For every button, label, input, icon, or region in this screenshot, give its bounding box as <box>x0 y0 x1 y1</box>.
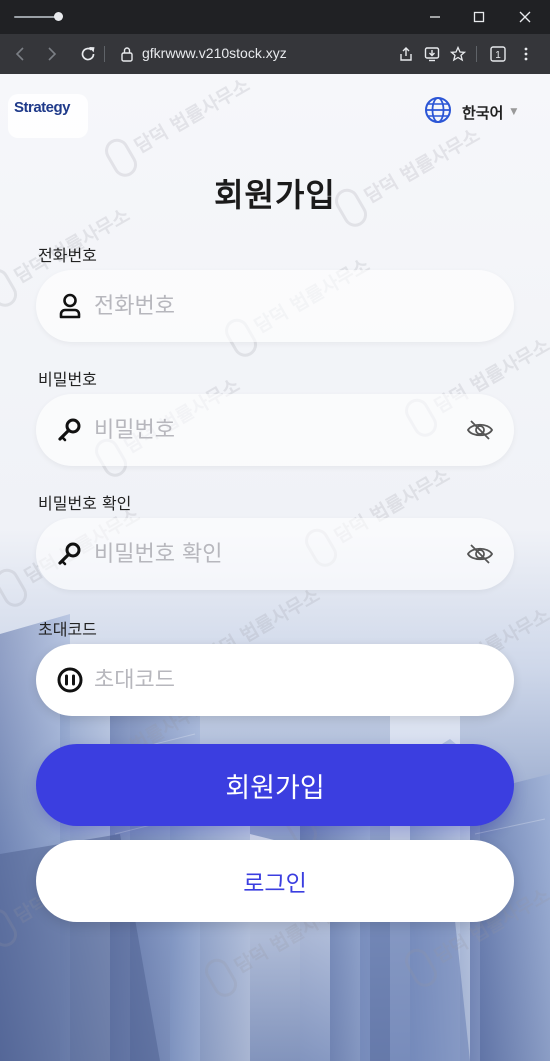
phone-field <box>36 270 514 342</box>
password-label: 비밀번호 <box>38 370 97 389</box>
password-confirm-input[interactable] <box>94 518 454 590</box>
invite-code-icon <box>56 666 84 694</box>
phone-label: 전화번호 <box>38 246 97 265</box>
page-title: 회원가입 <box>214 176 336 214</box>
browser-toolbar: gfkrwww.v210stock.xyz 1 <box>0 34 550 74</box>
invite-code-field <box>36 644 514 716</box>
forward-icon[interactable] <box>40 42 64 66</box>
password-confirm-label: 비밀번호 확인 <box>38 494 132 513</box>
password-input[interactable] <box>94 394 454 466</box>
eye-off-icon[interactable] <box>466 417 494 443</box>
logo-text: Strategy <box>14 99 71 116</box>
browser-titlebar <box>0 0 550 34</box>
language-selector[interactable]: 한국어 ▼ <box>424 96 518 128</box>
phone-input[interactable] <box>94 270 454 342</box>
key-icon <box>56 416 84 444</box>
login-button[interactable]: 로그인 <box>36 840 514 922</box>
toolbar-divider <box>476 46 477 62</box>
toolbar-divider <box>104 46 105 62</box>
reload-icon[interactable] <box>76 42 100 66</box>
brand-logo[interactable]: Strategy <box>8 94 88 138</box>
extension-icon[interactable]: 1 <box>486 42 510 66</box>
password-field <box>36 394 514 466</box>
maximize-icon[interactable] <box>468 6 490 28</box>
menu-kebab-icon[interactable] <box>514 42 538 66</box>
titlebar-slider-knob[interactable] <box>54 12 63 21</box>
eye-off-icon[interactable] <box>466 541 494 567</box>
invite-code-input[interactable] <box>94 644 454 716</box>
page-content: 담덕 법률사무소 담덕 법률사무소 담덕 법률사무소 담덕 법률사무소 담덕 법… <box>0 74 550 1061</box>
share-icon[interactable] <box>394 42 418 66</box>
key-icon <box>56 540 84 568</box>
site-info-icon[interactable] <box>120 46 134 66</box>
chevron-down-icon: ▼ <box>510 107 518 117</box>
url-text[interactable]: gfkrwww.v210stock.xyz <box>142 45 287 61</box>
close-icon[interactable] <box>514 6 536 28</box>
invite-code-label: 초대코드 <box>38 620 97 639</box>
minimize-icon[interactable] <box>424 6 446 28</box>
extension-badge-text: 1 <box>495 50 501 61</box>
back-icon[interactable] <box>8 42 32 66</box>
install-app-icon[interactable] <box>420 42 444 66</box>
bookmark-star-icon[interactable] <box>446 42 470 66</box>
user-icon <box>56 292 84 320</box>
globe-icon <box>424 96 452 128</box>
password-confirm-field <box>36 518 514 590</box>
signup-button[interactable]: 회원가입 <box>36 744 514 826</box>
language-label: 한국어 <box>462 103 504 122</box>
